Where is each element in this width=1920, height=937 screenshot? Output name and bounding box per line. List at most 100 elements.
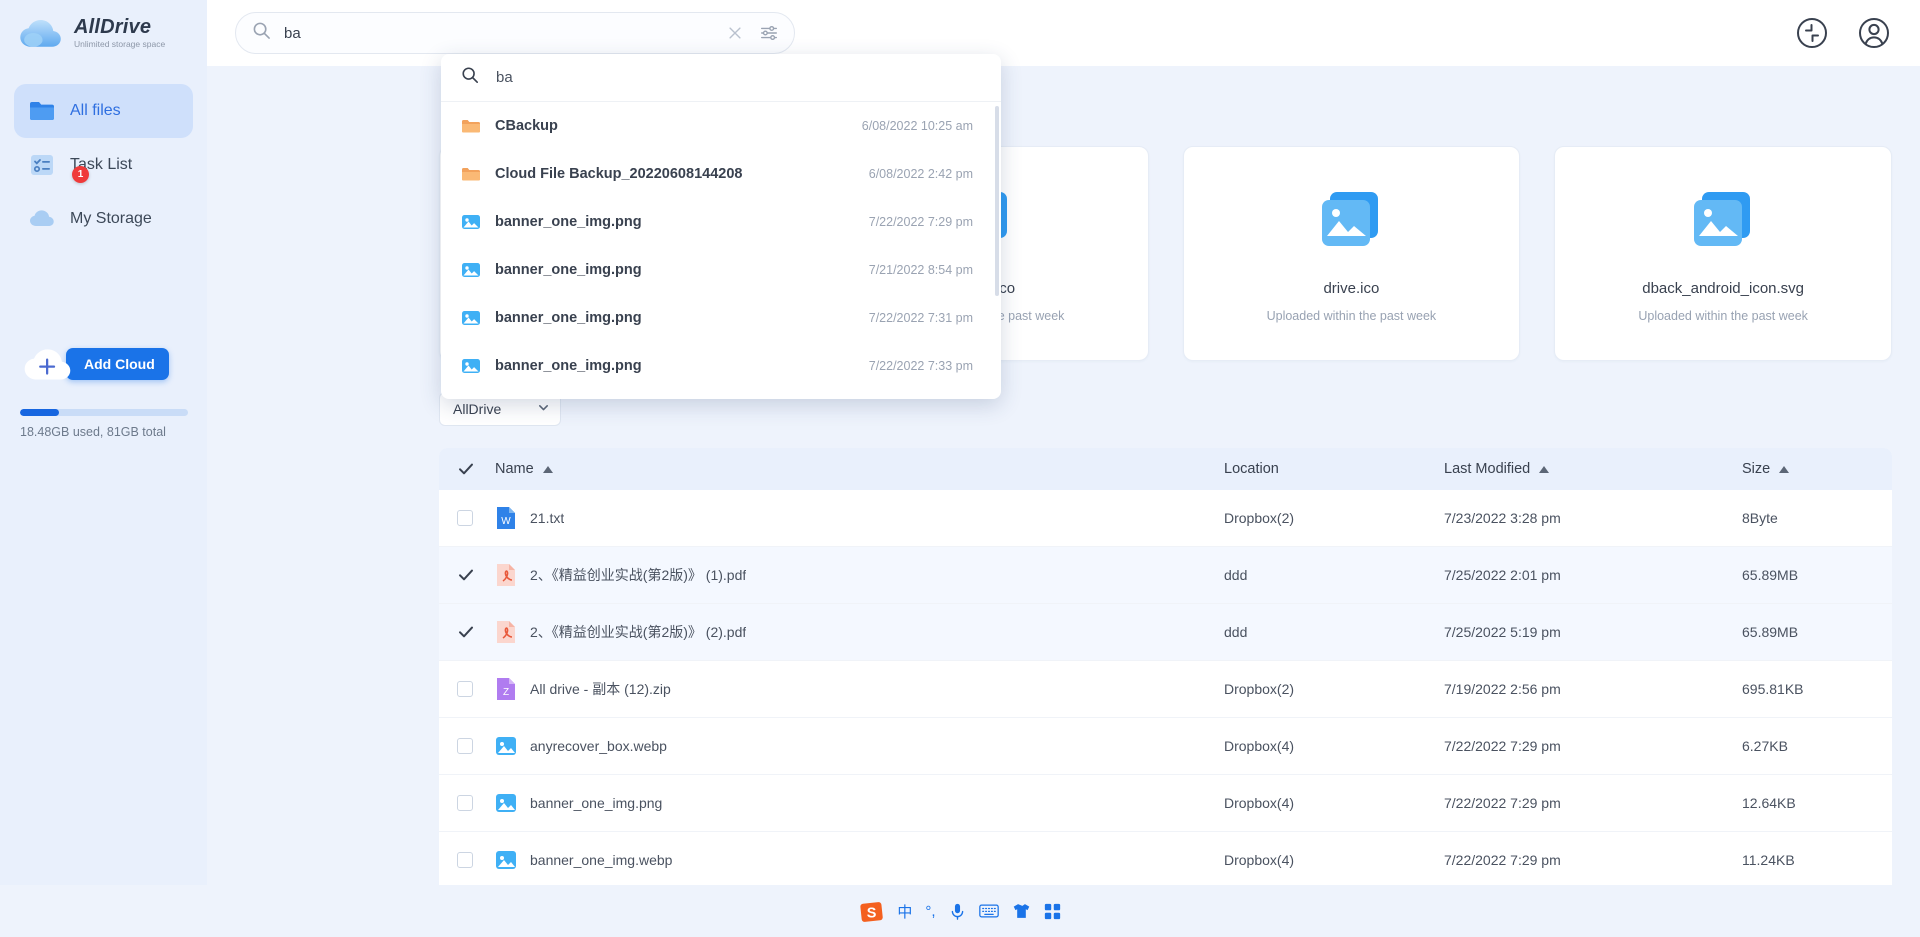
file-location: Dropbox(2) [1224,510,1295,526]
file-card-subtitle: Uploaded within the past week [1638,309,1808,323]
task-list-icon [28,151,56,179]
file-table: Name Location Last Modified Size W 21.tx… [439,448,1892,937]
image-file-icon [461,356,481,376]
pdf-file-icon [495,619,517,645]
keyboard-icon[interactable] [978,903,999,919]
add-cloud-label[interactable]: Add Cloud [66,348,169,380]
image-file-icon [495,847,517,873]
table-row[interactable]: 2、《精益创业实战(第2版)》 (1).pdf ddd 7/25/2022 2:… [439,547,1892,604]
search-suggestions-query-row[interactable]: ba [441,54,1001,102]
search-result-item[interactable]: Cloud File Backup_20220608144208 6/08/20… [441,150,1001,198]
table-row[interactable]: anyrecover_box.webp Dropbox(4) 7/22/2022… [439,718,1892,775]
close-icon[interactable] [724,22,746,44]
status-badge: 1 [72,166,89,183]
sogou-logo-icon[interactable]: S [859,899,884,924]
microphone-icon[interactable] [949,902,966,921]
file-card[interactable]: drive.ico Uploaded within the past week [1182,146,1521,361]
table-row[interactable]: 2、《精益创业实战(第2版)》 (2).pdf ddd 7/25/2022 5:… [439,604,1892,661]
search-result-name: Cloud File Backup_20220608144208 [495,166,743,182]
sidebar: AllDrive Unlimited storage space All fil… [0,0,207,937]
file-name: banner_one_img.webp [530,852,673,868]
sidebar-item-task-list[interactable]: Task List 1 [14,138,193,192]
folder-icon [461,116,481,136]
file-location: ddd [1224,567,1248,583]
search-result-item[interactable]: banner_one_img.png 7/22/2022 7:29 pm [441,198,1001,246]
sidebar-item-all-files[interactable]: All files [14,84,193,138]
file-size: 8Byte [1742,510,1778,526]
sidebar-item-my-storage[interactable]: My Storage [14,192,193,246]
file-name: banner_one_img.png [530,795,663,811]
table-row[interactable]: banner_one_img.png Dropbox(4) 7/22/2022 … [439,775,1892,832]
row-checkbox[interactable] [457,623,495,641]
main-content: star.svg Uploaded within the past week f… [207,0,1920,937]
search-result-item[interactable]: banner_one_img.png 7/21/2022 8:54 pm [441,246,1001,294]
storage-usage: 18.48GB used, 81GB total [20,409,188,439]
search-result-date: 6/08/2022 10:25 am [861,119,973,133]
chevron-down-icon [537,401,550,417]
file-modified: 7/23/2022 3:28 pm [1444,510,1561,526]
file-modified: 7/22/2022 7:29 pm [1444,795,1561,811]
file-name: All drive - 副本 (12).zip [530,681,671,697]
table-row[interactable]: banner_one_img.webp Dropbox(4) 7/22/2022… [439,832,1892,889]
image-file-icon [461,260,481,280]
skin-shirt-icon[interactable] [1012,902,1031,920]
table-row[interactable]: W 21.txt Dropbox(2) 7/23/2022 3:28 pm 8B… [439,490,1892,547]
search-result-item[interactable]: banner_one_img.png 7/22/2022 7:33 pm [441,342,1001,390]
file-location: Dropbox(4) [1224,852,1295,868]
file-card[interactable]: dback_android_icon.svg Uploaded within t… [1554,146,1892,361]
drive-select-value: AllDrive [453,401,502,417]
file-card-subtitle: Uploaded within the past week [1266,309,1437,323]
svg-text:Z: Z [503,687,509,698]
account-avatar-icon[interactable] [1854,13,1894,53]
search-bar[interactable] [235,12,795,54]
column-header-location[interactable]: Location [1224,461,1444,477]
column-header-name[interactable]: Name [495,461,1224,477]
sidebar-item-label: My Storage [70,210,152,227]
row-checkbox[interactable] [457,852,495,868]
row-checkbox[interactable] [457,738,495,754]
storage-progress-bar [20,409,188,416]
search-suggestions-dropdown: ba CBackup 6/08/2022 10:25 am Cloud File… [441,54,1001,399]
storage-usage-text: 18.48GB used, 81GB total [20,425,166,439]
file-size: 12.64KB [1742,795,1796,811]
file-modified: 7/25/2022 5:19 pm [1444,624,1561,640]
row-checkbox[interactable] [457,510,495,526]
file-modified: 7/25/2022 2:01 pm [1444,567,1561,583]
search-results-list: CBackup 6/08/2022 10:25 am Cloud File Ba… [441,102,1001,399]
column-header-name-label: Name [495,461,534,477]
column-header-size[interactable]: Size [1742,461,1892,477]
cloud-icon [28,205,56,233]
sidebar-nav: All files Task List 1 My Storage [0,84,207,246]
file-size: 6.27KB [1742,738,1788,754]
image-file-icon [495,733,517,759]
search-result-item[interactable]: banner_one_img.png 7/22/2022 7:31 pm [441,294,1001,342]
file-location: ddd [1224,624,1248,640]
search-icon [252,21,272,45]
search-result-date: 6/08/2022 2:42 pm [868,167,973,181]
column-header-modified[interactable]: Last Modified [1444,461,1742,477]
row-checkbox[interactable] [457,795,495,811]
file-modified: 7/22/2022 7:29 pm [1444,738,1561,754]
sidebar-item-label: All files [70,102,121,119]
search-input[interactable] [284,24,724,42]
image-file-icon [461,308,481,328]
punctuation-mode-icon[interactable]: °, [925,903,935,920]
filter-sliders-icon[interactable] [758,22,780,44]
sync-refresh-icon[interactable] [1792,13,1832,53]
row-checkbox[interactable] [457,681,495,697]
table-row[interactable]: Z All drive - 副本 (12).zip Dropbox(2) 7/1… [439,661,1892,718]
search-result-item[interactable]: CBackup 6/08/2022 10:25 am [441,102,1001,150]
brand-name: AllDrive [74,16,152,39]
toolbox-grid-icon[interactable] [1044,903,1061,920]
language-mode-icon[interactable]: 中 [897,901,912,922]
zip-file-icon: Z [495,676,517,702]
select-all-checkbox[interactable] [457,460,495,478]
file-size: 65.89MB [1742,567,1799,583]
search-result-date: 7/22/2022 7:29 pm [868,215,973,229]
file-location: Dropbox(4) [1224,738,1295,754]
sort-asc-icon [1779,465,1790,473]
row-checkbox[interactable] [457,566,495,584]
file-card-name: dback_android_icon.svg [1642,280,1805,297]
dropdown-scrollbar[interactable] [995,106,999,296]
add-cloud-button[interactable]: Add Cloud [22,345,177,383]
